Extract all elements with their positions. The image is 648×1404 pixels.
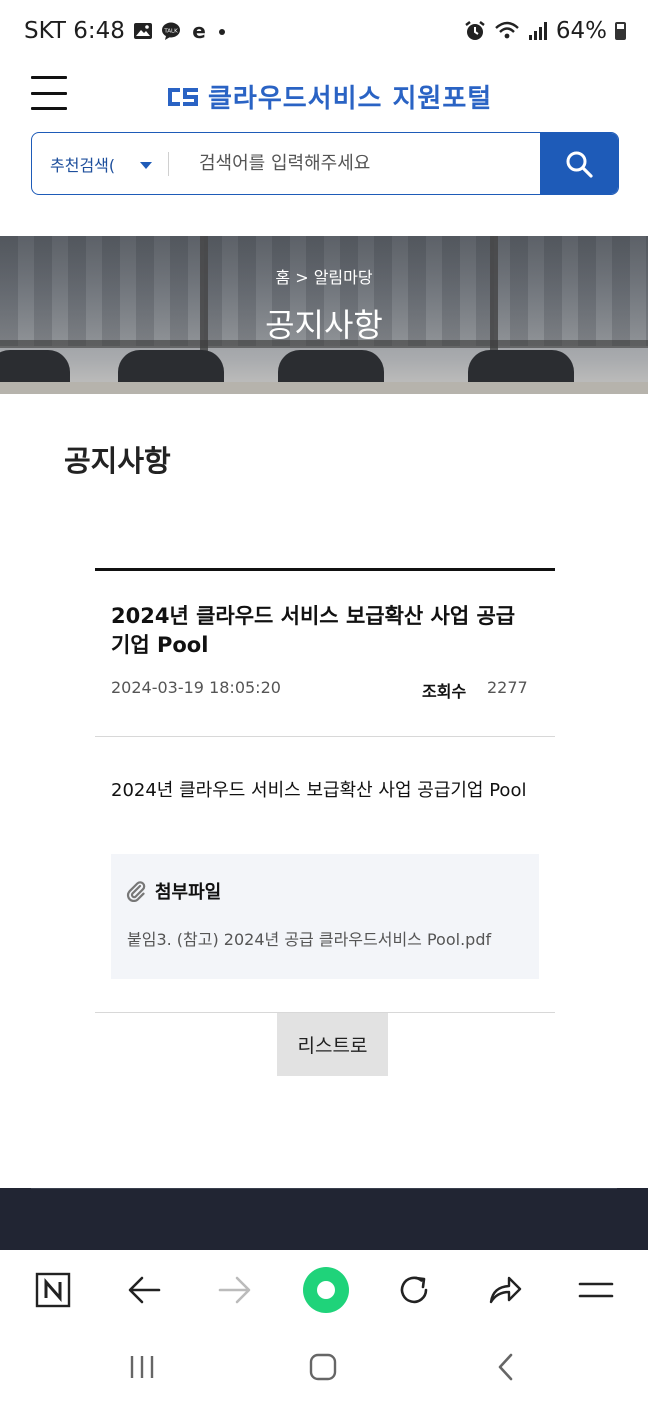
share-icon[interactable] — [483, 1268, 527, 1312]
logo-mark-icon — [168, 87, 198, 106]
article-body: 2024년 클라우드 서비스 보급확산 사업 공급기업 Pool — [111, 780, 527, 801]
footer-divider — [31, 1188, 617, 1189]
table-edge — [0, 382, 648, 394]
kakaotalk-icon: TALK — [161, 22, 180, 40]
views-label: 조회수 — [422, 682, 467, 701]
article-date: 2024-03-19 18:05:20 — [111, 678, 281, 697]
menu-icon[interactable] — [574, 1268, 618, 1312]
status-left: SKT 6:48 TALK e — [24, 18, 227, 44]
article-title: 2024년 클라우드 서비스 보급확산 사업 공급기업 Pool — [111, 604, 516, 657]
search-input[interactable] — [169, 133, 540, 194]
site-logo[interactable]: 클라우드서비스 지원포털 — [166, 78, 492, 115]
carrier-time: SKT 6:48 — [24, 18, 125, 44]
svg-text:TALK: TALK — [163, 29, 178, 35]
views-count: 2277 — [487, 678, 528, 697]
home-icon[interactable] — [303, 1350, 343, 1384]
gallery-icon — [133, 23, 152, 39]
search-button[interactable] — [540, 133, 618, 194]
back-arrow-icon[interactable] — [122, 1268, 166, 1312]
browser-toolbar — [0, 1250, 648, 1330]
dot-icon — [218, 29, 225, 35]
battery-icon — [615, 22, 626, 40]
status-bar: SKT 6:48 TALK e 64% — [0, 0, 648, 62]
search-icon — [566, 151, 593, 178]
attachment-heading: 첨부파일 — [155, 882, 222, 903]
site-header: 클라우드서비스 지원포털 — [0, 62, 648, 130]
e-icon: e — [192, 21, 206, 41]
list-button[interactable]: 리스트로 — [277, 1013, 388, 1076]
search-category-select[interactable]: 추천검색( — [32, 133, 168, 194]
naver-home-icon[interactable] — [31, 1268, 75, 1312]
site-footer — [0, 1188, 648, 1250]
attachment-file-link[interactable]: 붙임3. (참고) 2024년 공급 클라우드서비스 Pool.pdf — [127, 926, 491, 950]
status-right: 64% — [464, 18, 626, 44]
logo-text: 클라우드서비스 지원포털 — [208, 84, 493, 114]
wifi-icon — [495, 21, 519, 39]
alarm-icon — [465, 21, 485, 40]
recent-apps-icon[interactable] — [122, 1350, 162, 1384]
system-nav-bar — [0, 1330, 648, 1404]
breadcrumb: 홈 > 알림마당 — [275, 268, 373, 287]
refresh-icon[interactable] — [392, 1268, 436, 1312]
hamburger-menu-icon[interactable] — [31, 76, 67, 110]
search-category-value: 추천검색( — [50, 155, 116, 175]
back-icon[interactable] — [486, 1350, 526, 1384]
forward-arrow-icon[interactable] — [213, 1268, 257, 1312]
search-bar: 추천검색( — [31, 132, 619, 195]
signal-icon — [528, 22, 547, 40]
caret-down-icon — [140, 162, 152, 169]
page-title: 공지사항 — [64, 444, 171, 478]
svg-text:e: e — [192, 21, 206, 41]
paperclip-icon — [126, 881, 146, 902]
divider — [95, 736, 555, 737]
article-top-border — [95, 568, 555, 571]
battery-percent: 64% — [555, 18, 607, 44]
attachment-header: 첨부파일 — [125, 878, 221, 904]
hero-title: 공지사항 — [265, 306, 383, 344]
green-dot-icon[interactable] — [302, 1266, 350, 1314]
attachment-box: 첨부파일 붙임3. (참고) 2024년 공급 클라우드서비스 Pool.pdf — [111, 854, 539, 979]
